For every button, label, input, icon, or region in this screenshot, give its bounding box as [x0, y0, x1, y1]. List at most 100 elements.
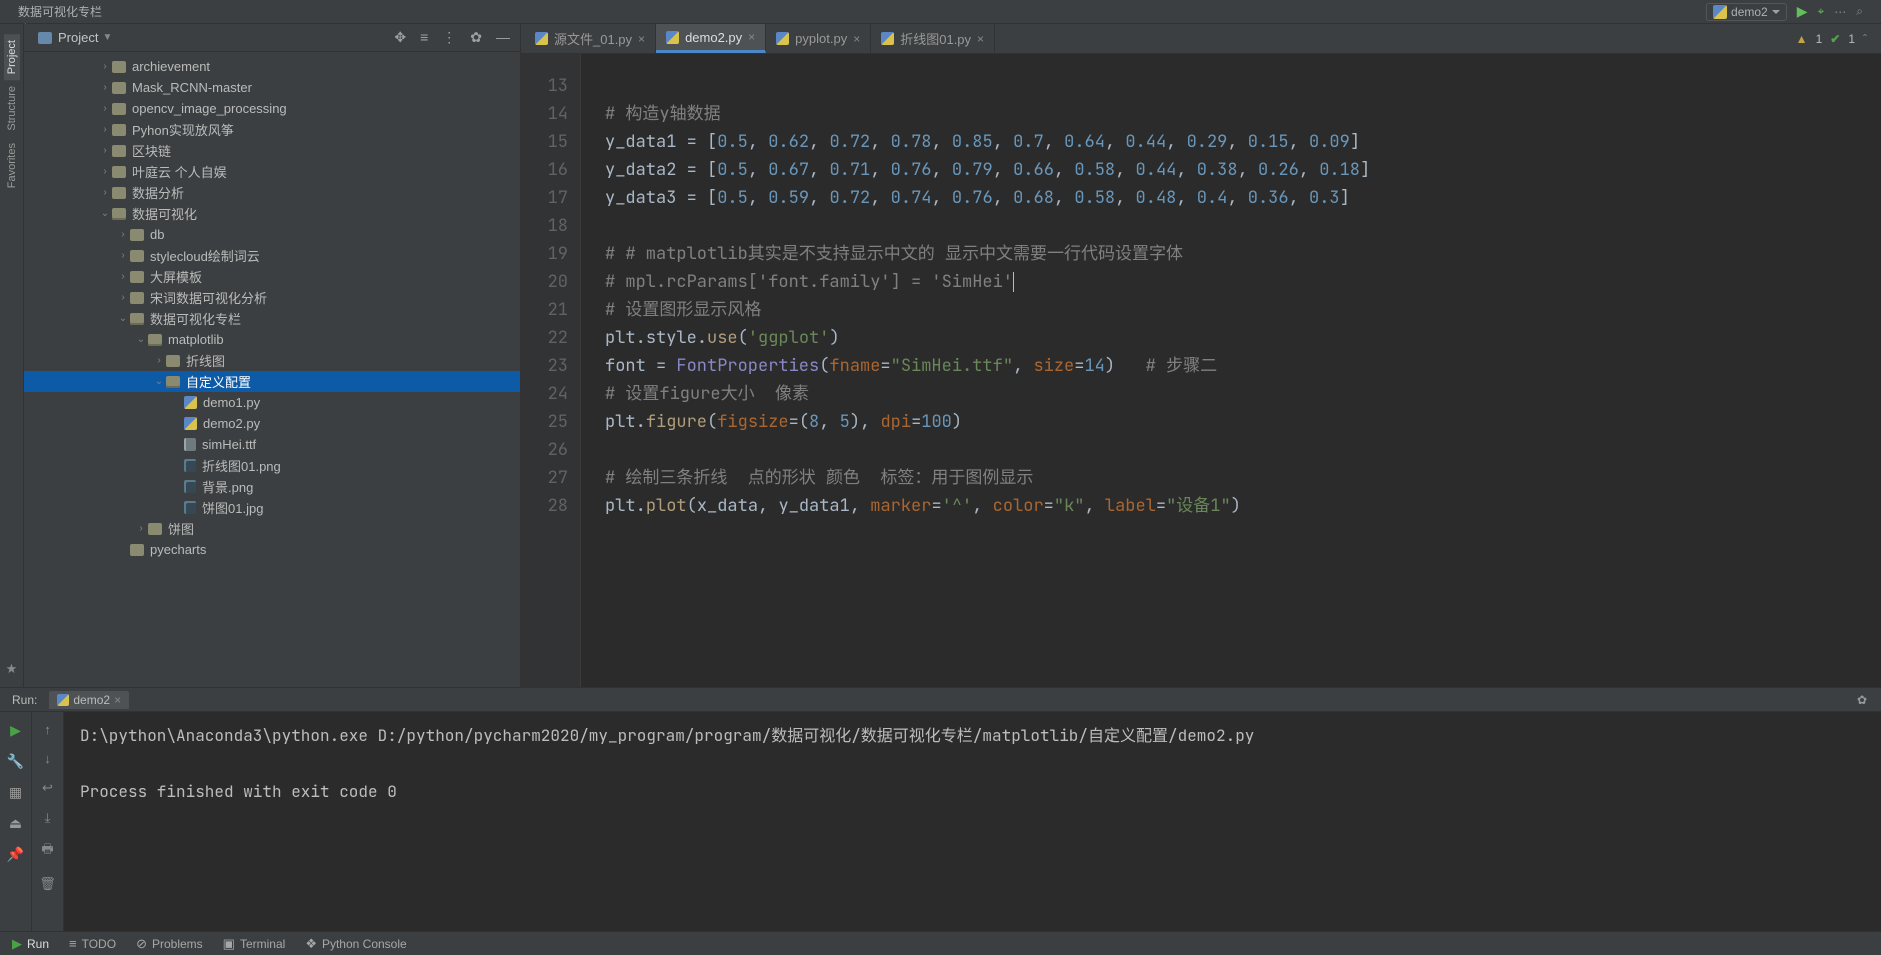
run-icon[interactable]: ▶ — [1797, 3, 1808, 20]
tab-label: TODO — [82, 937, 116, 951]
expand-icon[interactable]: ⌄ — [134, 334, 148, 345]
code-content[interactable]: # 构造y轴数据 y_data1 = [0.5, 0.62, 0.72, 0.7… — [581, 54, 1881, 687]
ok-icon[interactable]: ✔ — [1830, 32, 1840, 46]
tree-node[interactable]: ›archievement — [24, 56, 520, 77]
tree-node[interactable]: ⌄数据可视化 — [24, 203, 520, 224]
collapse-icon[interactable]: ⋮ — [442, 29, 456, 46]
project-tree[interactable]: ›archievement›Mask_RCNN-master›opencv_im… — [24, 52, 520, 687]
expand-icon[interactable]: › — [98, 145, 112, 156]
expand-icon[interactable]: › — [116, 271, 130, 282]
tree-node[interactable]: ›折线图 — [24, 350, 520, 371]
exit-icon[interactable]: ⏏ — [9, 815, 22, 832]
tree-node[interactable]: ›stylecloud绘制词云 — [24, 245, 520, 266]
structure-icon[interactable]: ★ — [6, 661, 18, 677]
tree-node[interactable]: ›大屏模板 — [24, 266, 520, 287]
expand-icon[interactable]: › — [116, 250, 130, 261]
code-editor[interactable]: 13 14 15 16 17 18 19 20 21 22 23 24 25 2… — [521, 54, 1881, 687]
python-icon — [1713, 5, 1727, 19]
expand-icon[interactable]: › — [98, 103, 112, 114]
bottom-tab-run[interactable]: ▶Run — [12, 936, 49, 952]
close-icon[interactable]: × — [638, 32, 645, 46]
up-arrow-icon[interactable]: ↑ — [44, 722, 51, 737]
side-tab-structure[interactable]: Structure — [4, 80, 20, 137]
tree-node[interactable]: 饼图01.jpg — [24, 497, 520, 518]
more-icon[interactable]: ⋯ — [1834, 5, 1846, 19]
chevron-down-icon[interactable]: ▼ — [102, 32, 112, 43]
expand-icon[interactable]: › — [152, 355, 166, 366]
project-title[interactable]: Project — [58, 30, 98, 45]
tree-node[interactable]: ⌄自定义配置 — [24, 371, 520, 392]
softwrap-icon[interactable]: ↩ — [42, 780, 53, 796]
wrench-icon[interactable]: 🔧 — [7, 753, 24, 770]
expand-icon[interactable]: ≡ — [420, 29, 428, 46]
tree-node[interactable]: ›opencv_image_processing — [24, 98, 520, 119]
close-icon[interactable]: × — [977, 32, 984, 46]
clear-icon[interactable]: 🗑 — [39, 876, 56, 892]
settings-icon[interactable]: ✿ — [470, 29, 482, 46]
editor-tab[interactable]: pyplot.py× — [766, 24, 871, 53]
tree-node[interactable]: 折线图01.png — [24, 455, 520, 476]
bottom-tab-todo[interactable]: ≡ TODO — [69, 936, 116, 951]
close-icon[interactable]: × — [114, 693, 121, 707]
tab-icon: ≡ — [69, 936, 77, 951]
expand-icon[interactable]: › — [98, 187, 112, 198]
expand-icon[interactable]: › — [116, 292, 130, 303]
python-icon — [881, 32, 894, 45]
print-icon[interactable]: 🖶 — [41, 840, 53, 862]
bottom-tab-terminal[interactable]: ▣Terminal — [223, 936, 286, 952]
breadcrumb-item[interactable]: 数据可视化专栏 — [18, 3, 102, 20]
run-output[interactable]: D:\python\Anaconda3\python.exe D:/python… — [64, 712, 1881, 931]
expand-icon[interactable]: › — [134, 523, 148, 534]
tree-node[interactable]: demo2.py — [24, 413, 520, 434]
python-icon — [666, 31, 679, 44]
hide-icon[interactable]: — — [496, 29, 510, 46]
expand-icon[interactable]: ⌄ — [98, 208, 112, 219]
debug-icon[interactable]: ⌖ — [1818, 4, 1825, 19]
side-tab-project[interactable]: Project — [4, 34, 20, 80]
tree-node[interactable]: ⌄matplotlib — [24, 329, 520, 350]
folder-icon — [112, 145, 126, 157]
tree-node[interactable]: 背景.png — [24, 476, 520, 497]
run-tab[interactable]: demo2 × — [49, 691, 129, 709]
expand-icon[interactable]: ⌄ — [152, 376, 166, 387]
close-icon[interactable]: × — [748, 30, 755, 44]
side-tab-favorites[interactable]: Favorites — [4, 137, 20, 194]
warning-icon[interactable]: ▲ — [1796, 32, 1808, 46]
gear-icon[interactable]: ✿ — [1857, 693, 1881, 707]
tree-node[interactable]: ⌄数据可视化专栏 — [24, 308, 520, 329]
python-icon — [776, 32, 789, 45]
tree-node[interactable]: ›数据分析 — [24, 182, 520, 203]
tree-node[interactable]: demo1.py — [24, 392, 520, 413]
expand-icon[interactable]: › — [98, 166, 112, 177]
editor-tab[interactable]: demo2.py× — [656, 24, 766, 53]
tree-node[interactable]: ›宋词数据可视化分析 — [24, 287, 520, 308]
search-icon[interactable]: ⌕ — [1856, 4, 1863, 19]
pin-icon[interactable]: 📌 — [7, 846, 24, 863]
folder-icon — [112, 124, 126, 136]
tree-node[interactable]: pyecharts — [24, 539, 520, 560]
tree-node[interactable]: simHei.ttf — [24, 434, 520, 455]
bottom-tab-problems[interactable]: ⊘Problems — [136, 936, 203, 952]
run-config-selector[interactable]: demo2 — [1706, 3, 1787, 21]
scroll-icon[interactable]: ⤓ — [45, 810, 51, 826]
expand-icon[interactable]: › — [98, 82, 112, 93]
editor-tab[interactable]: 折线图01.py× — [871, 24, 995, 53]
tree-node[interactable]: ›db — [24, 224, 520, 245]
down-arrow-icon[interactable]: ↓ — [44, 751, 51, 766]
expand-icon[interactable]: › — [98, 124, 112, 135]
stop-icon[interactable]: ▦ — [9, 784, 22, 801]
expand-icon[interactable]: ⌄ — [116, 313, 130, 324]
tree-node[interactable]: ›Mask_RCNN-master — [24, 77, 520, 98]
editor-tab[interactable]: 源文件_01.py× — [525, 24, 656, 53]
bottom-tab-python-console[interactable]: ❖Python Console — [305, 936, 406, 952]
tree-node[interactable]: ›Pyhon实现放风筝 — [24, 119, 520, 140]
rerun-icon[interactable]: ▶ — [10, 722, 21, 739]
expand-icon[interactable]: › — [116, 229, 130, 240]
close-icon[interactable]: × — [853, 32, 860, 46]
expand-icon[interactable]: › — [98, 61, 112, 72]
tree-node[interactable]: ›区块链 — [24, 140, 520, 161]
chevron-up-icon[interactable]: ˆ — [1863, 32, 1867, 46]
tree-node[interactable]: ›叶庭云 个人自娱 — [24, 161, 520, 182]
locate-icon[interactable]: ✥ — [394, 29, 406, 46]
tree-node[interactable]: ›饼图 — [24, 518, 520, 539]
